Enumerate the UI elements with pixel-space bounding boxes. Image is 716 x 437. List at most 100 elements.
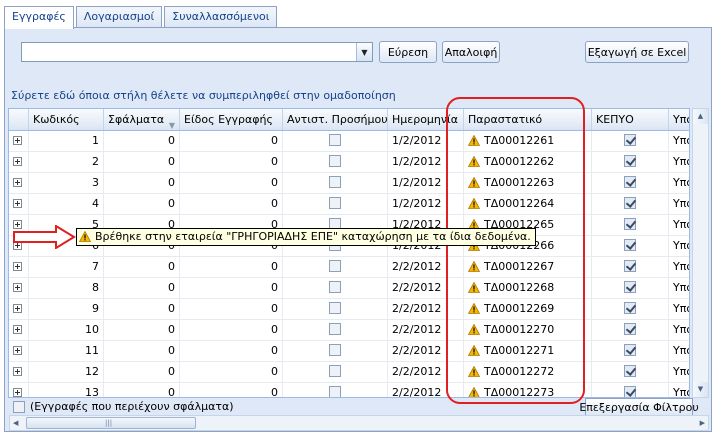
filter-icon[interactable]: ▼ xyxy=(169,115,175,130)
kepyo-checkbox[interactable] xyxy=(624,218,636,230)
cell-kepyo[interactable] xyxy=(592,383,669,397)
scroll-right-icon[interactable]: ▶ xyxy=(700,416,705,430)
cell-sign-reversal[interactable] xyxy=(283,383,388,397)
sign-reversal-checkbox[interactable] xyxy=(329,260,341,272)
cell-errors[interactable]: 0 xyxy=(104,341,180,361)
cell-document[interactable]: ΤΔ00012270 xyxy=(464,320,592,340)
cell-date[interactable]: 1/2/2012 xyxy=(388,194,464,214)
cell-code[interactable]: 12 xyxy=(29,362,104,382)
kepyo-checkbox[interactable] xyxy=(624,365,636,377)
cell-obligation[interactable]: Υποχρ xyxy=(669,215,689,235)
cell-kepyo[interactable] xyxy=(592,131,669,151)
kepyo-checkbox[interactable] xyxy=(624,281,636,293)
cell-date[interactable]: 2/2/2012 xyxy=(388,341,464,361)
expand-plus-icon[interactable] xyxy=(13,261,22,271)
horizontal-scroll-thumb[interactable]: ||| xyxy=(26,417,196,429)
table-row[interactable]: 1001/2/2012ΤΔ00012261Υποχρ xyxy=(9,131,689,152)
row-expand-cell[interactable] xyxy=(9,257,29,277)
expand-plus-icon[interactable] xyxy=(13,135,22,145)
cell-kepyo[interactable] xyxy=(592,194,669,214)
dropdown-arrow-icon[interactable]: ▼ xyxy=(356,43,372,61)
col-header-sign-reversal[interactable]: Αντιστ. Προσήμου xyxy=(283,109,388,130)
cell-obligation[interactable]: Υποχρ xyxy=(669,278,689,298)
cell-date[interactable]: 2/2/2012 xyxy=(388,257,464,277)
cell-kepyo[interactable] xyxy=(592,362,669,382)
table-row[interactable]: 12002/2/2012ΤΔ00012272Υποχρ xyxy=(9,362,689,383)
kepyo-checkbox[interactable] xyxy=(624,176,636,188)
cell-obligation[interactable]: Υποχρ xyxy=(669,362,689,382)
tab-entries[interactable]: Εγγραφές xyxy=(4,6,74,29)
col-header-document[interactable]: Παραστατικό xyxy=(464,109,592,130)
cell-sign-reversal[interactable] xyxy=(283,257,388,277)
cell-document[interactable]: ΤΔ00012261 xyxy=(464,131,592,151)
expand-plus-icon[interactable] xyxy=(13,282,22,292)
cell-code[interactable]: 9 xyxy=(29,299,104,319)
cell-kepyo[interactable] xyxy=(592,278,669,298)
cell-errors[interactable]: 0 xyxy=(104,383,180,397)
row-expand-cell[interactable] xyxy=(9,278,29,298)
table-row[interactable]: 9002/2/2012ΤΔ00012269Υποχρ xyxy=(9,299,689,320)
row-expand-cell[interactable] xyxy=(9,152,29,172)
sign-reversal-checkbox[interactable] xyxy=(329,176,341,188)
cell-sign-reversal[interactable] xyxy=(283,131,388,151)
search-input[interactable] xyxy=(24,44,354,60)
cell-document[interactable]: ΤΔ00012273 xyxy=(464,383,592,397)
kepyo-checkbox[interactable] xyxy=(624,323,636,335)
cell-date[interactable]: 1/2/2012 xyxy=(388,152,464,172)
cell-date[interactable]: 1/2/2012 xyxy=(388,131,464,151)
cell-errors[interactable]: 0 xyxy=(104,173,180,193)
expand-plus-icon[interactable] xyxy=(13,324,22,334)
sign-reversal-checkbox[interactable] xyxy=(329,197,341,209)
cell-kepyo[interactable] xyxy=(592,173,669,193)
sign-reversal-checkbox[interactable] xyxy=(329,281,341,293)
row-expand-cell[interactable] xyxy=(9,383,29,397)
cell-entry-type[interactable]: 0 xyxy=(180,131,283,151)
cell-errors[interactable]: 0 xyxy=(104,320,180,340)
scroll-up-icon[interactable]: ▲ xyxy=(693,109,708,124)
table-row[interactable]: 7002/2/2012ΤΔ00012267Υποχρ xyxy=(9,257,689,278)
scroll-down-icon[interactable]: ▼ xyxy=(693,382,708,397)
cell-obligation[interactable]: Υποχρ xyxy=(669,341,689,361)
cell-obligation[interactable]: Υποχρ xyxy=(669,383,689,397)
cell-errors[interactable]: 0 xyxy=(104,152,180,172)
sign-reversal-checkbox[interactable] xyxy=(329,302,341,314)
cell-code[interactable]: 13 xyxy=(29,383,104,397)
cell-document[interactable]: ΤΔ00012271 xyxy=(464,341,592,361)
sign-reversal-checkbox[interactable] xyxy=(329,134,341,146)
row-expand-cell[interactable] xyxy=(9,194,29,214)
cell-obligation[interactable]: Υποχρ xyxy=(669,173,689,193)
table-row[interactable]: 2001/2/2012ΤΔ00012262Υποχρ xyxy=(9,152,689,173)
cell-date[interactable]: 2/2/2012 xyxy=(388,383,464,397)
cell-obligation[interactable]: Υποχρ xyxy=(669,236,689,256)
cell-sign-reversal[interactable] xyxy=(283,362,388,382)
find-button[interactable]: Εύρεση xyxy=(379,41,437,63)
errors-filter-checkbox[interactable] xyxy=(13,401,25,413)
search-combo[interactable]: ▼ xyxy=(21,42,373,62)
cell-obligation[interactable]: Υποχρ xyxy=(669,257,689,277)
sign-reversal-checkbox[interactable] xyxy=(329,155,341,167)
cell-date[interactable]: 2/2/2012 xyxy=(388,299,464,319)
cell-entry-type[interactable]: 0 xyxy=(180,152,283,172)
cell-kepyo[interactable] xyxy=(592,341,669,361)
col-header-kepyo[interactable]: ΚΕΠΥΟ xyxy=(592,109,669,130)
cell-obligation[interactable]: Υποχρ xyxy=(669,152,689,172)
kepyo-checkbox[interactable] xyxy=(624,344,636,356)
cell-kepyo[interactable] xyxy=(592,320,669,340)
table-row[interactable]: 8002/2/2012ΤΔ00012268Υποχρ xyxy=(9,278,689,299)
cell-kepyo[interactable] xyxy=(592,215,669,235)
cell-code[interactable]: 11 xyxy=(29,341,104,361)
row-expand-cell[interactable] xyxy=(9,173,29,193)
row-expand-cell[interactable] xyxy=(9,362,29,382)
cell-entry-type[interactable]: 0 xyxy=(180,341,283,361)
cell-entry-type[interactable]: 0 xyxy=(180,194,283,214)
cell-date[interactable]: 2/2/2012 xyxy=(388,320,464,340)
cell-code[interactable]: 4 xyxy=(29,194,104,214)
row-expand-cell[interactable] xyxy=(9,299,29,319)
group-by-hint[interactable]: Σύρετε εδώ όποια στήλη θέλετε να συμπερι… xyxy=(5,84,711,108)
sign-reversal-checkbox[interactable] xyxy=(329,365,341,377)
cell-sign-reversal[interactable] xyxy=(283,299,388,319)
cell-code[interactable]: 8 xyxy=(29,278,104,298)
expand-plus-icon[interactable] xyxy=(13,198,22,208)
cell-document[interactable]: ΤΔ00012268 xyxy=(464,278,592,298)
col-header-obligation[interactable]: Υποχρ xyxy=(669,109,689,130)
